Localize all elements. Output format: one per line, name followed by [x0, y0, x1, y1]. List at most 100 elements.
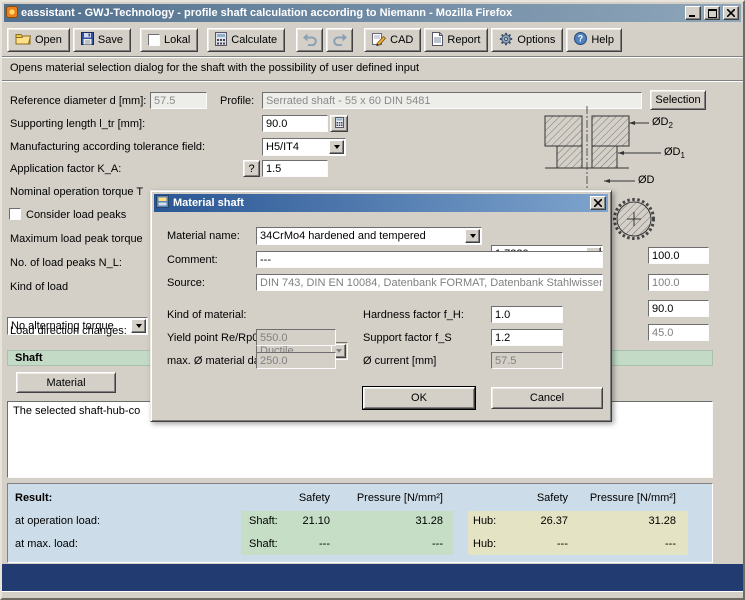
toolbar-divider	[2, 56, 743, 58]
length-calculator-button[interactable]	[330, 115, 348, 132]
hub-pressure-header: Pressure [N/mm²]	[588, 492, 676, 504]
cad-button-label: CAD	[390, 34, 413, 46]
report-document-icon	[432, 32, 443, 49]
options-button-label: Options	[517, 34, 555, 46]
close-button[interactable]	[723, 6, 739, 20]
bottom-navy-bar	[2, 564, 743, 591]
load-direction-label: Load direction changes:	[10, 325, 127, 337]
window-title: eassistant - GWJ-Technology - profile sh…	[21, 7, 682, 19]
consider-load-peaks-label: Consider load peaks	[26, 209, 126, 221]
diameter-d-label: ØD	[638, 174, 655, 186]
options-button[interactable]: Options	[491, 28, 563, 52]
cancel-button[interactable]: Cancel	[491, 387, 603, 409]
reference-diameter-label: Reference diameter d [mm]:	[10, 95, 146, 107]
hub-pressure-value: 31.28	[588, 515, 676, 527]
ok-button[interactable]: OK	[363, 387, 475, 409]
chevron-down-icon[interactable]	[131, 319, 146, 333]
max-diameter-field: 250.0	[256, 352, 336, 369]
undo-arrow-icon	[302, 32, 318, 49]
comment-field[interactable]: ---	[256, 251, 603, 268]
chevron-down-icon[interactable]	[329, 140, 344, 154]
result-row-label: at max. load:	[15, 538, 78, 550]
window-titlebar[interactable]: eassistant - GWJ-Technology - profile sh…	[4, 4, 741, 22]
help-button[interactable]: ? Help	[566, 28, 622, 52]
result-panel: Result: Safety Pressure [N/mm²] Safety P…	[7, 483, 713, 563]
hardness-factor-field[interactable]: 1.0	[491, 306, 563, 323]
tolerance-dropdown[interactable]: H5/IT4	[262, 138, 346, 156]
help-button-label: Help	[591, 34, 614, 46]
dialog-close-button[interactable]	[590, 196, 606, 210]
right-field-3[interactable]: 90.0	[648, 300, 709, 317]
kind-of-load-label: Kind of load	[10, 281, 68, 293]
comment-label: Comment:	[167, 254, 218, 266]
maximize-button[interactable]	[704, 6, 720, 20]
dialog-icon	[156, 195, 169, 211]
source-field: DIN 743, DIN EN 10084, Datenbank FORMAT,…	[256, 274, 603, 291]
shaft-safety-value: ---	[258, 538, 330, 550]
help-icon: ?	[574, 32, 587, 48]
application-window: eassistant - GWJ-Technology - profile sh…	[0, 0, 745, 600]
max-load-peak-label: Maximum load peak torque	[10, 233, 143, 245]
shaft-pressure-value: ---	[343, 538, 443, 550]
diameter-d2-label: ØD2	[652, 116, 673, 130]
save-button-label: Save	[98, 34, 123, 46]
supporting-length-field[interactable]: 90.0	[262, 115, 328, 132]
right-field-1[interactable]: 100.0	[648, 247, 709, 264]
save-button[interactable]: Save	[73, 28, 131, 52]
current-diameter-label: Ø current [mm]	[363, 355, 436, 367]
shaft-safety-header: Safety	[258, 492, 330, 504]
material-button[interactable]: Material	[16, 372, 116, 393]
hint-text: Opens material selection dialog for the …	[10, 62, 419, 74]
hint-divider	[2, 80, 743, 82]
material-name-value: 34CrMo4 hardened and tempered	[260, 230, 426, 242]
source-label: Source:	[167, 277, 205, 289]
app-icon	[6, 6, 18, 21]
kind-of-material-label: Kind of material:	[167, 309, 246, 321]
status-bar	[2, 591, 743, 600]
lokal-label: Lokal	[164, 34, 190, 46]
calculator-icon	[215, 32, 227, 49]
lokal-checkbox[interactable]	[148, 34, 160, 46]
save-floppy-icon	[81, 32, 94, 48]
undo-button[interactable]	[296, 28, 323, 52]
calculate-button-label: Calculate	[231, 34, 277, 46]
current-diameter-field: 57.5	[491, 352, 563, 369]
material-name-label: Material name:	[167, 230, 240, 242]
hub-safety-header: Safety	[488, 492, 568, 504]
report-button-label: Report	[447, 34, 480, 46]
application-factor-help-button[interactable]: ?	[243, 160, 260, 177]
support-factor-label: Support factor f_S	[363, 332, 452, 344]
cad-pencil-icon	[372, 32, 386, 49]
gear-icon	[499, 32, 513, 49]
open-button[interactable]: Open	[7, 28, 70, 52]
redo-button[interactable]	[326, 28, 353, 52]
application-factor-field[interactable]: 1.5	[262, 160, 328, 177]
result-row-label: at operation load:	[15, 515, 100, 527]
hardness-factor-label: Hardness factor f_H:	[363, 309, 464, 321]
diameter-d1-label: ØD1	[664, 146, 685, 160]
report-button[interactable]: Report	[424, 28, 488, 52]
dialog-title: Material shaft	[173, 197, 586, 209]
material-name-dropdown[interactable]: 34CrMo4 hardened and tempered	[256, 227, 482, 245]
hub-safety-value: 26.37	[488, 515, 568, 527]
open-button-label: Open	[35, 34, 62, 46]
dialog-titlebar[interactable]: Material shaft	[154, 194, 608, 212]
cad-button[interactable]: CAD	[364, 28, 421, 52]
reference-diameter-field: 57.5	[150, 92, 207, 109]
yield-point-label: Yield point Re/Rp0.2:	[167, 332, 271, 344]
shaft-pressure-header: Pressure [N/mm²]	[343, 492, 443, 504]
open-folder-icon	[15, 32, 31, 48]
result-title: Result:	[15, 492, 52, 504]
load-peaks-label: No. of load peaks N_L:	[10, 257, 122, 269]
lokal-toggle[interactable]: Lokal	[140, 28, 198, 52]
chevron-down-icon[interactable]	[465, 229, 480, 243]
tolerance-label: Manufacturing according tolerance field:	[10, 141, 205, 153]
yield-point-field: 550.0	[256, 329, 336, 346]
shaft-safety-value: 21.10	[258, 515, 330, 527]
minimize-button[interactable]	[685, 6, 701, 20]
tolerance-value: H5/IT4	[266, 141, 299, 153]
hub-pressure-value: ---	[588, 538, 676, 550]
consider-load-peaks-checkbox[interactable]	[9, 208, 21, 220]
calculate-button[interactable]: Calculate	[207, 28, 285, 52]
support-factor-field[interactable]: 1.2	[491, 329, 563, 346]
